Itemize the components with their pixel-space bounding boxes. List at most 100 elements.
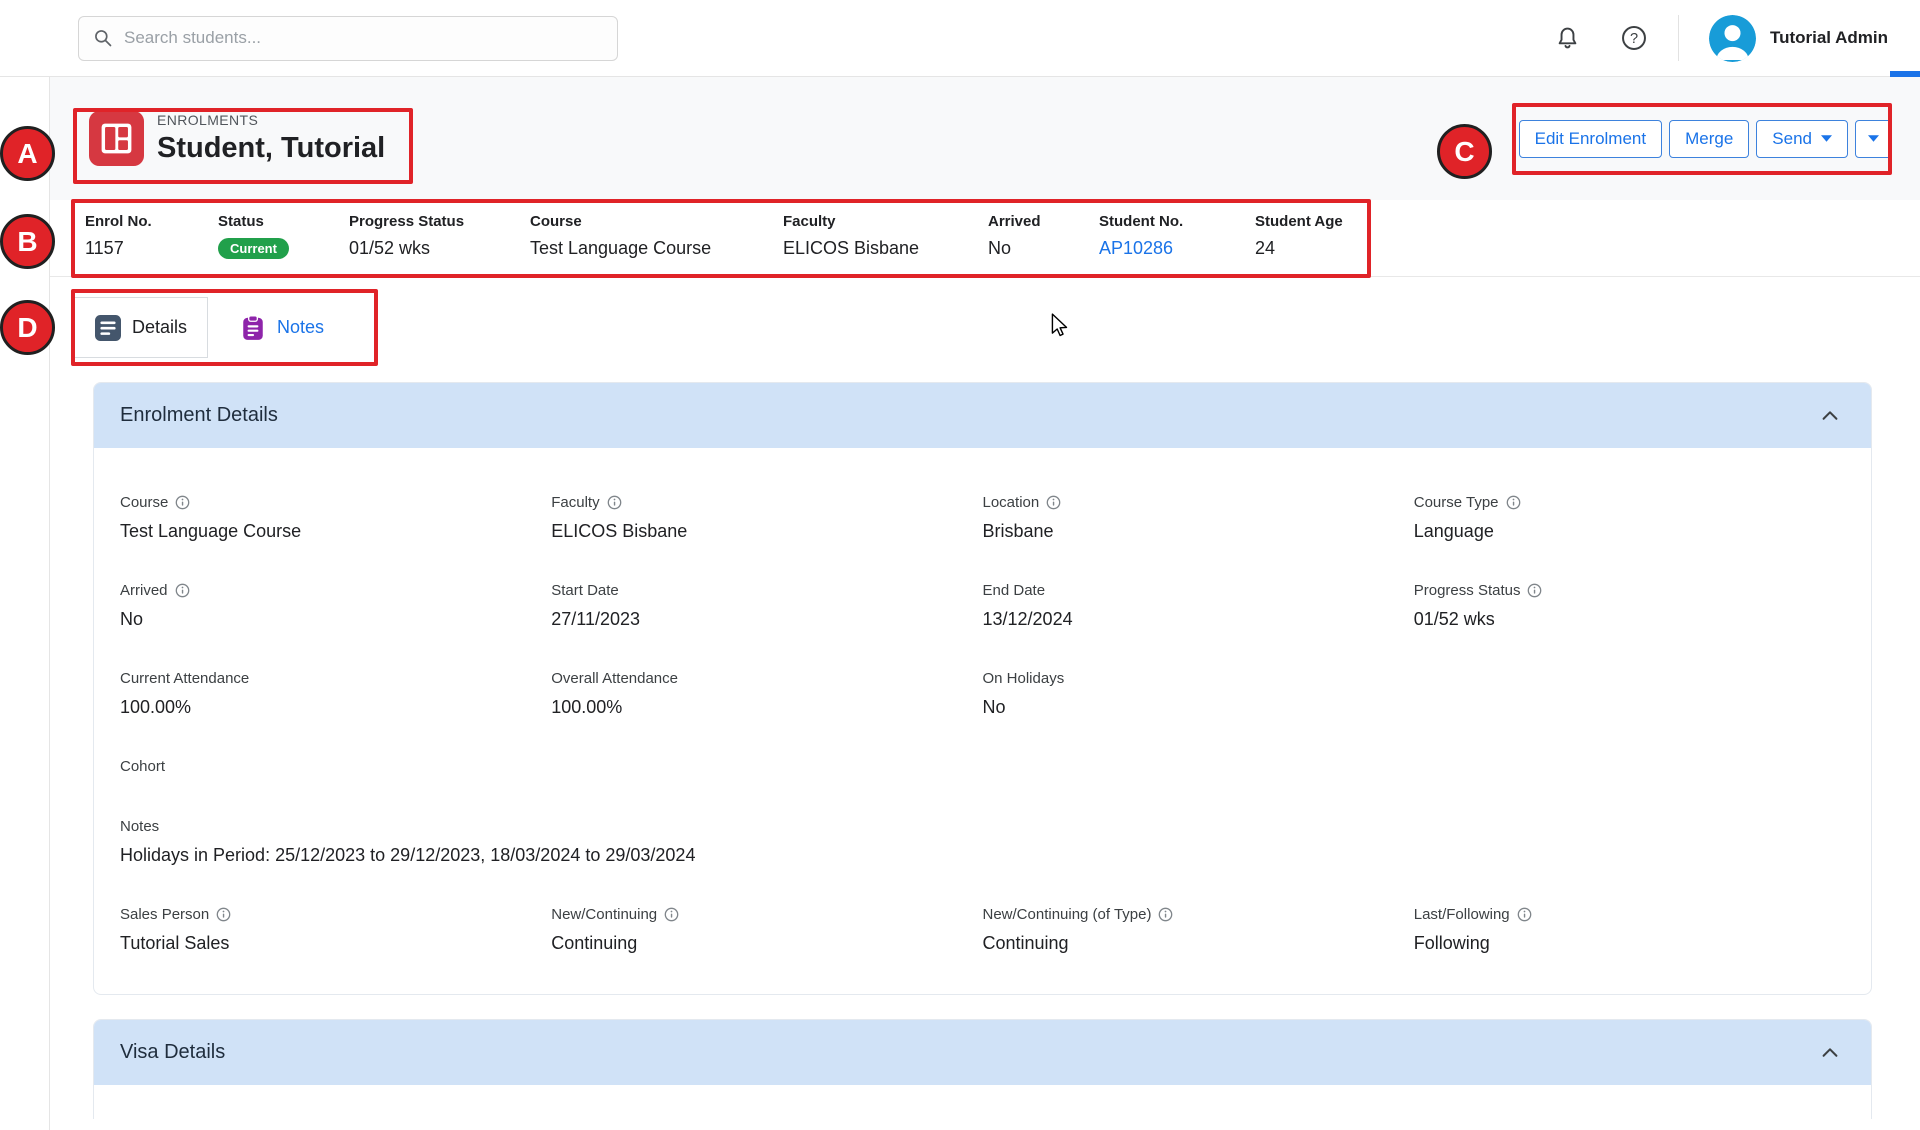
field-value: Holidays in Period: 25/12/2023 to 29/12/… — [120, 844, 1845, 866]
help-icon[interactable]: ? — [1620, 24, 1648, 52]
caret-down-icon — [1868, 135, 1879, 142]
summary-enrol-no: Enrol No. 1157 — [85, 213, 218, 276]
field-current-attendance: Current Attendance 100.00% — [120, 670, 551, 718]
field-location: Location Brisbane — [983, 494, 1414, 542]
field-progress-status: Progress Status 01/52 wks — [1414, 582, 1845, 630]
field-label: Cohort — [120, 758, 165, 775]
field-label: Location — [983, 494, 1040, 511]
summary-course: Course Test Language Course — [530, 213, 783, 276]
send-label: Send — [1772, 129, 1812, 149]
enrolments-app-icon — [89, 111, 144, 166]
field-faculty: Faculty ELICOS Bisbane — [551, 494, 982, 542]
collapse-chevron-up-icon[interactable] — [1819, 405, 1841, 427]
notes-tab-icon — [240, 315, 266, 341]
field-label: Sales Person — [120, 906, 209, 923]
field-value: No — [120, 608, 551, 630]
enrolment-details-panel: Enrolment Details Course Test Language C… — [93, 382, 1872, 995]
field-label: New/Continuing (of Type) — [983, 906, 1152, 923]
enrolment-details-title: Enrolment Details — [120, 404, 278, 427]
field-value: Brisbane — [983, 520, 1414, 542]
notifications-bell-icon[interactable] — [1554, 25, 1581, 52]
info-icon[interactable] — [216, 907, 231, 922]
visa-details-title: Visa Details — [120, 1041, 225, 1064]
field-label: Overall Attendance — [551, 670, 678, 687]
field-value: Continuing — [983, 932, 1414, 954]
field-new-continuing: New/Continuing Continuing — [551, 906, 982, 954]
blue-accent-bar — [1890, 71, 1920, 77]
annotation-marker-d: D — [0, 300, 55, 355]
summary-student-no: Student No. AP10286 — [1099, 213, 1255, 276]
field-label: Notes — [120, 818, 159, 835]
summary-label: Status — [218, 213, 349, 230]
annotation-marker-c: C — [1437, 124, 1492, 179]
page-title: Student, Tutorial — [157, 132, 385, 165]
info-icon[interactable] — [1046, 495, 1061, 510]
info-icon[interactable] — [1158, 907, 1173, 922]
summary-label: Course — [530, 213, 783, 230]
tabs-row: Details Notes — [50, 277, 1920, 365]
tab-details-label: Details — [132, 317, 187, 338]
summary-progress-status: Progress Status 01/52 wks — [349, 213, 530, 276]
field-value: Language — [1414, 520, 1845, 542]
summary-faculty: Faculty ELICOS Bisbane — [783, 213, 988, 276]
summary-value: ELICOS Bisbane — [783, 238, 988, 259]
field-label: Course Type — [1414, 494, 1499, 511]
info-icon[interactable] — [1506, 495, 1521, 510]
send-button[interactable]: Send — [1756, 120, 1848, 158]
page-header: ENROLMENTS Student, Tutorial Edit Enrolm… — [50, 77, 1920, 200]
main-content: ENROLMENTS Student, Tutorial Edit Enrolm… — [49, 77, 1920, 1130]
field-notes: Notes Holidays in Period: 25/12/2023 to … — [120, 818, 1845, 866]
field-course: Course Test Language Course — [120, 494, 551, 542]
summary-label: Student No. — [1099, 213, 1255, 230]
tab-notes[interactable]: Notes — [220, 297, 344, 358]
summary-label: Enrol No. — [85, 213, 218, 230]
enrolment-details-header[interactable]: Enrolment Details — [94, 383, 1871, 448]
search-input[interactable] — [124, 28, 603, 48]
merge-button[interactable]: Merge — [1669, 120, 1749, 158]
field-value: 100.00% — [551, 696, 982, 718]
cards-container: Enrolment Details Course Test Language C… — [50, 365, 1920, 1119]
title-block: ENROLMENTS Student, Tutorial — [157, 112, 385, 165]
summary-label: Student Age — [1255, 213, 1415, 230]
visa-details-header[interactable]: Visa Details — [94, 1020, 1871, 1085]
info-icon[interactable] — [664, 907, 679, 922]
field-course-type: Course Type Language — [1414, 494, 1845, 542]
tab-details[interactable]: Details — [74, 297, 208, 358]
field-value: 13/12/2024 — [983, 608, 1414, 630]
annotation-marker-a: A — [0, 126, 55, 181]
student-no-link[interactable]: AP10286 — [1099, 238, 1255, 259]
enrolment-details-body: Course Test Language Course Faculty ELIC… — [94, 448, 1871, 994]
field-value: Tutorial Sales — [120, 932, 551, 954]
status-badge: Current — [218, 238, 289, 259]
edit-enrolment-button[interactable]: Edit Enrolment — [1519, 120, 1663, 158]
field-value: ELICOS Bisbane — [551, 520, 982, 542]
field-label: Progress Status — [1414, 582, 1521, 599]
avatar[interactable] — [1709, 15, 1756, 62]
enrolment-summary-bar: Enrol No. 1157 Status Current Progress S… — [50, 200, 1920, 277]
more-actions-button[interactable] — [1855, 120, 1892, 158]
breadcrumb-eyebrow: ENROLMENTS — [157, 112, 385, 128]
info-icon[interactable] — [175, 583, 190, 598]
field-row: Sales Person Tutorial Sales New/Continui… — [120, 906, 1845, 954]
search-box[interactable] — [78, 16, 618, 61]
info-icon[interactable] — [175, 495, 190, 510]
user-name: Tutorial Admin — [1770, 28, 1888, 48]
summary-status: Status Current — [218, 213, 349, 276]
info-icon[interactable] — [607, 495, 622, 510]
annotation-marker-b: B — [0, 214, 55, 269]
summary-value: 01/52 wks — [349, 238, 530, 259]
field-start-date: Start Date 27/11/2023 — [551, 582, 982, 630]
info-icon[interactable] — [1527, 583, 1542, 598]
field-row: Course Test Language Course Faculty ELIC… — [120, 494, 1845, 542]
topbar-right: ? Tutorial Admin — [1554, 15, 1920, 62]
field-value: 100.00% — [120, 696, 551, 718]
field-cohort: Cohort — [120, 758, 551, 775]
collapse-chevron-up-icon[interactable] — [1819, 1042, 1841, 1064]
field-label: Arrived — [120, 582, 168, 599]
visa-details-body — [94, 1085, 1871, 1119]
caret-down-icon — [1821, 135, 1832, 142]
field-overall-attendance: Overall Attendance 100.00% — [551, 670, 982, 718]
field-arrived: Arrived No — [120, 582, 551, 630]
summary-label: Progress Status — [349, 213, 530, 230]
info-icon[interactable] — [1517, 907, 1532, 922]
